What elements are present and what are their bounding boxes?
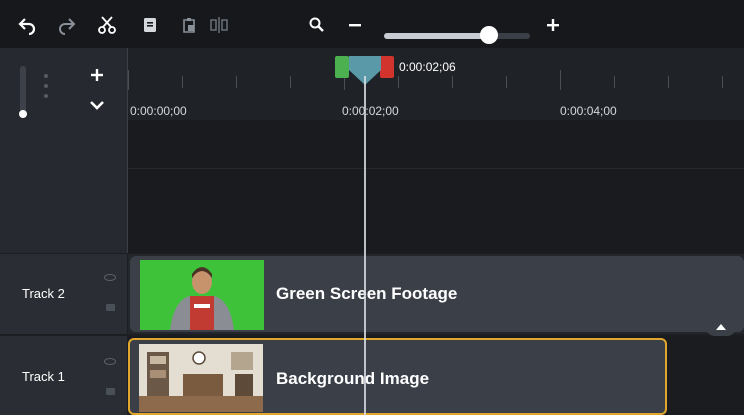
ruler-tick: [128, 70, 129, 90]
collapse-tracks-button[interactable]: [84, 92, 110, 118]
eye-icon[interactable]: [104, 358, 116, 365]
playhead-time: 0:00:02;06: [399, 60, 456, 74]
clip-title: Green Screen Footage: [276, 284, 458, 303]
copy-icon[interactable]: [137, 12, 163, 38]
paste-icon[interactable]: [176, 12, 202, 38]
ruler-tick: [614, 76, 615, 88]
timeline-toolbar: [0, 0, 744, 48]
eye-icon[interactable]: [104, 274, 116, 281]
zoom-in-icon[interactable]: [540, 12, 566, 38]
ruler-tick: [182, 76, 183, 88]
track-name: Track 1: [22, 369, 65, 384]
ruler-label: 0:00:04;00: [560, 104, 617, 118]
redo-icon[interactable]: [54, 12, 80, 38]
empty-track-area[interactable]: [128, 120, 744, 253]
track-controls-panel: [0, 48, 127, 253]
plus-icon: [91, 69, 103, 81]
track-1-lane[interactable]: Background Image: [128, 336, 744, 415]
clip-green-screen[interactable]: Green Screen Footage: [130, 256, 744, 332]
split-icon[interactable]: [206, 12, 232, 38]
lock-icon[interactable]: [106, 304, 115, 311]
ruler-tick: [722, 76, 723, 88]
track-height-slider[interactable]: [20, 66, 26, 116]
ruler-tick: [398, 76, 399, 88]
track-1-header[interactable]: Track 1: [0, 336, 127, 415]
slider-mark: [44, 84, 48, 88]
slider-mark: [44, 74, 48, 78]
playhead-line[interactable]: [364, 76, 366, 415]
in-point-handle[interactable]: [335, 56, 349, 78]
clip-thumbnail: [139, 344, 263, 412]
ruler-label: 0:00:02;00: [342, 104, 399, 118]
ruler-tick: [560, 70, 561, 90]
zoom-slider-knob[interactable]: [480, 26, 499, 44]
time-ruler[interactable]: 0:00:00;00 0:00:02;00 0:00:04;00: [128, 48, 744, 120]
ruler-tick: [668, 76, 669, 88]
chevron-up-icon: [716, 324, 726, 330]
undo-icon[interactable]: [14, 12, 40, 38]
chevron-down-icon: [90, 101, 104, 110]
clip-background-image[interactable]: Background Image: [128, 338, 667, 415]
zoom-out-icon[interactable]: [342, 12, 368, 38]
zoom-slider[interactable]: [384, 26, 530, 44]
out-point-handle[interactable]: [380, 56, 394, 78]
zoom-slider-fill: [384, 33, 490, 39]
track-separator: [128, 168, 744, 169]
ruler-tick: [452, 76, 453, 88]
clip-title: Background Image: [276, 369, 430, 388]
cut-icon[interactable]: [94, 12, 120, 38]
track-2-lane[interactable]: Green Screen Footage: [128, 254, 744, 334]
ruler-tick: [506, 76, 507, 88]
add-track-button[interactable]: [84, 62, 110, 88]
ruler-tick: [290, 76, 291, 88]
ruler-tick: [236, 76, 237, 88]
track-2-header[interactable]: Track 2: [0, 254, 127, 334]
slider-mark: [44, 94, 48, 98]
scroll-up-button[interactable]: [706, 318, 736, 336]
ruler-label: 0:00:00;00: [130, 104, 187, 118]
clip-thumbnail: [140, 260, 264, 330]
track-height-slider-knob[interactable]: [19, 110, 27, 118]
lock-icon[interactable]: [106, 388, 115, 395]
search-icon[interactable]: [304, 12, 330, 38]
track-name: Track 2: [22, 286, 65, 301]
